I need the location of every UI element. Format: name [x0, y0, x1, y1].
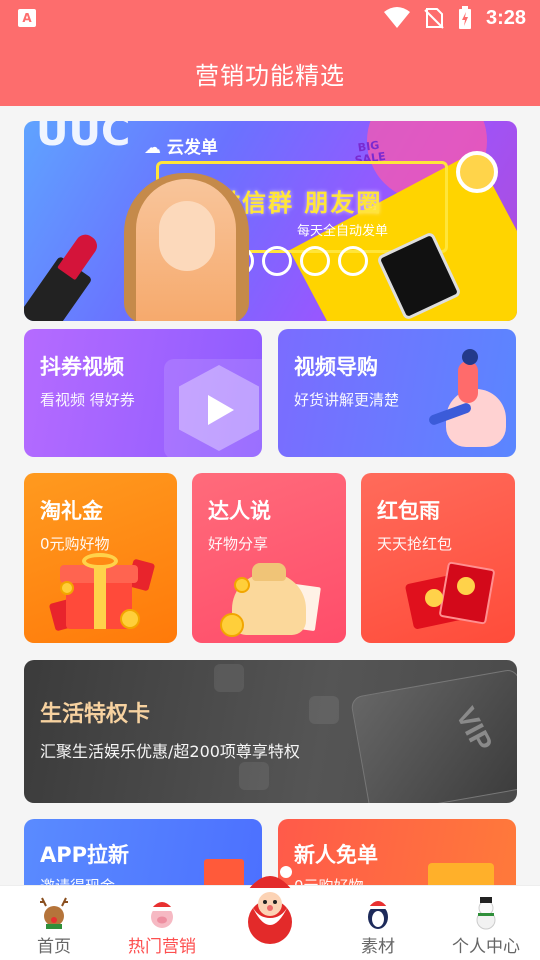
- money-bag-top-icon: [252, 563, 286, 581]
- no-sim-icon: [424, 8, 444, 29]
- nav-label: 个人中心: [452, 937, 520, 957]
- tile-title: APP拉新: [40, 843, 130, 867]
- person-head-illustration: [462, 349, 478, 365]
- notification-app-icon: A: [18, 9, 36, 27]
- tile-title: 视频导购: [294, 355, 378, 379]
- tile-subtitle: 天天抢红包: [377, 535, 453, 553]
- play-icon: [208, 395, 234, 425]
- tile-life-privilege-card[interactable]: 生活特权卡 汇聚生活娱乐优惠/超200项尊享特权 VIP: [24, 660, 517, 803]
- tile-title: 淘礼金: [40, 499, 103, 523]
- page-title: 营销功能精选: [195, 62, 345, 90]
- coin-icon: [120, 609, 140, 629]
- coin-icon: [60, 581, 74, 595]
- tile-title: 红包雨: [377, 499, 440, 523]
- banner-brand-label: 云发单: [166, 138, 218, 158]
- nav-profile[interactable]: 个人中心: [436, 886, 536, 960]
- nav-home[interactable]: 首页: [4, 886, 104, 960]
- crown-watermark-icon: [309, 696, 339, 724]
- tile-subtitle: 0元购好物: [40, 535, 110, 553]
- nav-hot-marketing[interactable]: 热门营销: [112, 886, 212, 960]
- gift-watermark-icon: [239, 762, 269, 790]
- nav-label: 首页: [37, 937, 71, 957]
- coin-icon: [220, 613, 244, 637]
- promo-banner[interactable]: UUC ☁ 云发单 BIG SALE 微信群 朋友圈 每天全自动发单: [24, 121, 517, 321]
- vip-card-illustration: VIP: [349, 668, 517, 803]
- banner-corner-text: UUC: [36, 121, 131, 155]
- nav-label: 热门营销: [128, 937, 196, 957]
- santa-center-button-icon[interactable]: [236, 860, 304, 946]
- snowman-icon: [476, 897, 496, 930]
- compact-mirror-icon: [456, 151, 498, 193]
- tile-red-packet-rain[interactable]: 红包雨 天天抢红包: [361, 473, 515, 643]
- vip-card-text: VIP: [449, 702, 499, 757]
- tile-douquan-video[interactable]: 抖券视频 看视频 得好券: [24, 329, 262, 457]
- tile-subtitle: 汇聚生活娱乐优惠/超200项尊享特权: [40, 742, 300, 761]
- status-time: 3:28: [485, 6, 526, 29]
- envelope-seal-icon: [425, 589, 443, 607]
- bag-watermark-icon: [214, 664, 244, 692]
- lipstick-tip-icon: [57, 230, 101, 281]
- envelope-seal-icon: [457, 577, 475, 595]
- tile-title: 生活特权卡: [40, 702, 151, 727]
- pig-santa-icon: [151, 902, 173, 928]
- tile-daren-says[interactable]: 达人说 好物分享: [192, 473, 346, 643]
- tile-subtitle: 看视频 得好券: [40, 391, 135, 409]
- gift-bow-icon: [82, 553, 118, 569]
- tile-video-shopping[interactable]: 视频导购 好货讲解更清楚: [278, 329, 516, 457]
- penguin-icon: [368, 901, 388, 929]
- tile-subtitle: 好货讲解更清楚: [294, 391, 400, 409]
- tile-subtitle: 好物分享: [208, 535, 269, 553]
- tile-title: 新人免单: [294, 843, 378, 867]
- nav-materials[interactable]: 素材: [328, 886, 428, 960]
- reindeer-icon: [40, 897, 68, 929]
- person-illustration: [458, 361, 478, 403]
- wifi-icon: [383, 7, 410, 28]
- tile-taolijin[interactable]: 淘礼金 0元购好物: [24, 473, 177, 643]
- model-face-illustration: [159, 201, 215, 271]
- gift-ribbon-icon: [94, 565, 106, 629]
- banner-subtitle: 每天全自动发单: [297, 224, 389, 239]
- banner-brand: ☁ 云发单: [144, 138, 218, 158]
- tile-title: 抖券视频: [40, 355, 124, 379]
- app-header: A 3:28 营销功能精选: [0, 0, 540, 106]
- status-bar: A 3:28: [0, 0, 540, 36]
- battery-charging-icon: [458, 6, 471, 29]
- tile-title: 达人说: [208, 499, 271, 523]
- nav-label: 素材: [361, 937, 395, 957]
- coin-icon: [234, 577, 250, 593]
